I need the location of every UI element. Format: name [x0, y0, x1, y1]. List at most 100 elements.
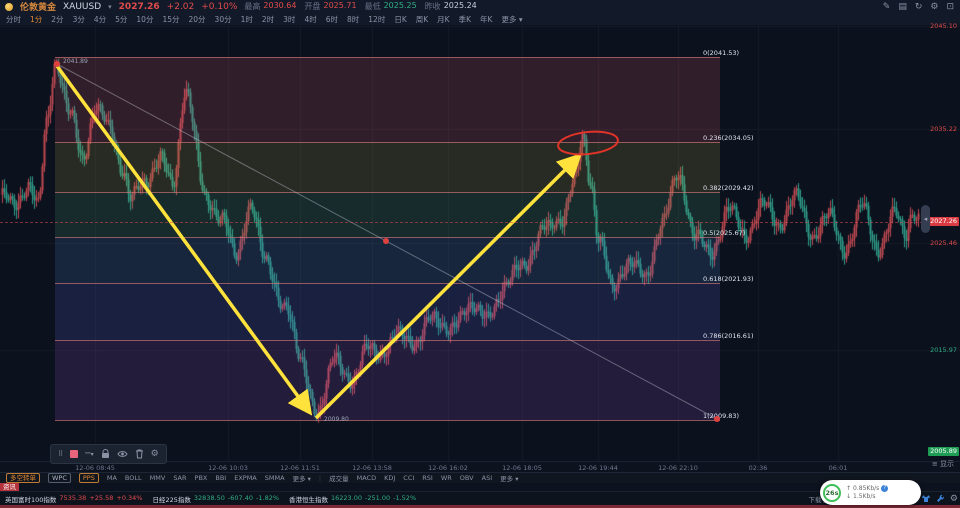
index-quote-日经225指数[interactable]: 日经225指数 32838.50 -607.40 -1.82%	[152, 494, 279, 504]
timeframe-4时[interactable]: 4时	[304, 14, 316, 25]
candlestick-chart[interactable]	[0, 25, 960, 461]
tools-wrench-icon[interactable]	[936, 494, 945, 505]
timeframe-日K[interactable]: 日K	[394, 14, 406, 25]
timeframe-年K[interactable]: 年K	[480, 14, 492, 25]
overlay-indicator-BBI[interactable]: BBI	[215, 474, 226, 482]
strategy-tag-PPS[interactable]: PPS	[78, 473, 99, 483]
timeframe-more[interactable]: 更多 ▾	[501, 14, 522, 25]
timeframe-12时[interactable]: 12时	[368, 14, 385, 25]
price-axis-label: 2015.97	[930, 346, 957, 354]
index-name: 日经225指数	[152, 495, 191, 504]
overlay-indicator-BOLL[interactable]: BOLL	[125, 474, 142, 482]
overlay-indicator-MMV[interactable]: MMV	[150, 474, 166, 482]
timeframe-30分[interactable]: 30分	[215, 14, 232, 25]
drag-handle-icon[interactable]: ⠿	[58, 450, 63, 459]
overlay-indicator-MA[interactable]: MA	[107, 474, 117, 482]
timeframe-月K[interactable]: 月K	[437, 14, 449, 25]
time-axis-label: 06:01	[828, 464, 848, 472]
timeframe-10分[interactable]: 10分	[136, 14, 153, 25]
line-style-icon[interactable]: ─▾	[85, 449, 93, 459]
refresh-icon[interactable]: ↻	[915, 2, 923, 12]
footer-bar: 英国富时100指数 7535.38 +25.58 +0.34% 日经225指数 32838…	[0, 491, 960, 505]
index-change: +25.58	[89, 493, 114, 502]
index-change: -251.00	[365, 493, 391, 502]
strategy-tag-WPC[interactable]: WPC	[48, 473, 71, 483]
fullscreen-icon[interactable]: ⊡	[946, 2, 954, 12]
sub-indicator-成交量[interactable]: 成交量	[329, 473, 349, 483]
symbol-header: 伦敦黄金 XAUUSD ▾ 2027.26 +2.02 +0.10% 最高 203…	[0, 0, 960, 13]
time-axis-label: 12-06 16:02	[428, 464, 468, 472]
index-quote-英国富时100指数[interactable]: 英国富时100指数 7535.38 +25.58 +0.34%	[5, 494, 142, 504]
stat-label: 昨收	[424, 2, 441, 11]
theme-clothes-icon[interactable]	[921, 494, 931, 505]
color-swatch[interactable]	[70, 450, 79, 458]
symbol-code[interactable]: XAUUSD	[63, 2, 101, 12]
overlay-indicator-SAR[interactable]: SAR	[173, 474, 186, 482]
time-axis-label: 12-06 10:03	[208, 464, 248, 472]
timeframe-2时[interactable]: 2时	[262, 14, 274, 25]
timeframe-季K[interactable]: 季K	[459, 14, 471, 25]
news-tab[interactable]: 资讯	[0, 483, 19, 491]
timeframe-周K[interactable]: 周K	[416, 14, 428, 25]
timeframe-20分[interactable]: 20分	[189, 14, 206, 25]
draw-settings-gear-icon[interactable]: ⚙	[151, 449, 159, 459]
footer-settings-gear-icon[interactable]: ⚙	[950, 494, 958, 504]
strategy-tag-多空转单[interactable]: 多空转单	[6, 473, 40, 483]
network-info-icon[interactable]: ?	[881, 485, 889, 492]
sub-indicator-KDJ[interactable]: KDJ	[384, 474, 395, 482]
time-axis-label: 12-06 11:51	[280, 464, 320, 472]
overlay-indicator-more[interactable]: 更多 ▾	[293, 473, 311, 483]
time-axis-label: 12-06 19:44	[578, 464, 618, 472]
header-stat-昨收: 昨收 2025.24	[425, 1, 477, 12]
index-name: 英国富时100指数	[5, 495, 57, 504]
indicator-panel-icon[interactable]: ▤	[898, 2, 907, 12]
timeframe-8时[interactable]: 8时	[347, 14, 359, 25]
sub-indicator-WR[interactable]: WR	[441, 474, 452, 482]
sub-indicator-OBV[interactable]: OBV	[460, 474, 474, 482]
drawing-toolbar: ⠿ ─▾ ⚙	[50, 444, 167, 464]
sub-indicator-CCI[interactable]: CCI	[403, 474, 414, 482]
timeframe-3分[interactable]: 3分	[73, 14, 85, 25]
lock-icon[interactable]	[101, 449, 110, 459]
timeframe-5分[interactable]: 5分	[115, 14, 127, 25]
timeframe-15分[interactable]: 15分	[162, 14, 179, 25]
timeframe-6时[interactable]: 6时	[326, 14, 338, 25]
sub-indicator-MACD[interactable]: MACD	[357, 474, 376, 482]
overlay-indicator-PBX[interactable]: PBX	[195, 474, 208, 482]
price-change-pct: +0.10%	[201, 1, 238, 12]
draw-line-icon[interactable]: ✎	[883, 2, 891, 12]
sub-indicator-more[interactable]: 更多 ▾	[500, 473, 518, 483]
price-axis-label: 2045.10	[930, 22, 957, 30]
visibility-eye-icon[interactable]	[116, 450, 128, 458]
timeframe-4分[interactable]: 4分	[94, 14, 106, 25]
delete-trash-icon[interactable]	[135, 449, 144, 459]
index-value: 32838.50	[193, 493, 225, 502]
overlay-indicator-EXPMA[interactable]: EXPMA	[234, 474, 257, 482]
price-axis-label: 2035.22	[930, 125, 957, 133]
timeframe-分时[interactable]: 分时	[6, 14, 21, 25]
session-low-badge: 2005.89	[928, 447, 959, 456]
sub-indicator-ASI[interactable]: ASI	[482, 474, 493, 482]
stat-label: 最高	[244, 2, 261, 11]
sub-indicator-RSI[interactable]: RSI	[422, 474, 433, 482]
symbol-name[interactable]: 伦敦黄金	[20, 0, 56, 13]
timeframe-1分[interactable]: 1分	[30, 14, 42, 25]
axis-scroll-handle[interactable]: ◂	[921, 205, 930, 233]
timeframe-2分[interactable]: 2分	[51, 14, 63, 25]
stat-value: 2030.64	[263, 1, 297, 10]
index-quote-香港恒生指数[interactable]: 香港恒生指数 16223.00 -251.00 -1.52%	[289, 494, 416, 504]
overlay-indicator-SMMA[interactable]: SMMA	[265, 474, 285, 482]
refresh-countdown-ring[interactable]: 26s	[823, 483, 841, 502]
timeframe-3时[interactable]: 3时	[283, 14, 295, 25]
timeframe-1时[interactable]: 1时	[241, 14, 253, 25]
header-stat-最低: 最低 2025.25	[365, 1, 417, 12]
settings-gear-icon[interactable]: ⚙	[930, 2, 938, 12]
price-change: +2.02	[166, 1, 195, 12]
indicator-bar: 多空转单 WPC PPS MA BOLL MMV SAR PBX BBI EXPMA SMMA 更多 …	[0, 472, 960, 483]
header-stats: 最高 2030.64 开盘 2025.71 最低 2025.25 昨收 2025.24	[244, 1, 476, 12]
trading-app: { "header": { "symbol_name": "伦敦黄金", "sy…	[0, 0, 960, 508]
header-stat-最高: 最高 2030.64	[244, 1, 296, 12]
show-toggle[interactable]: ≡ 显示	[932, 459, 954, 469]
symbol-dropdown-icon[interactable]: ▾	[108, 3, 112, 11]
index-change: -607.40	[227, 493, 254, 502]
